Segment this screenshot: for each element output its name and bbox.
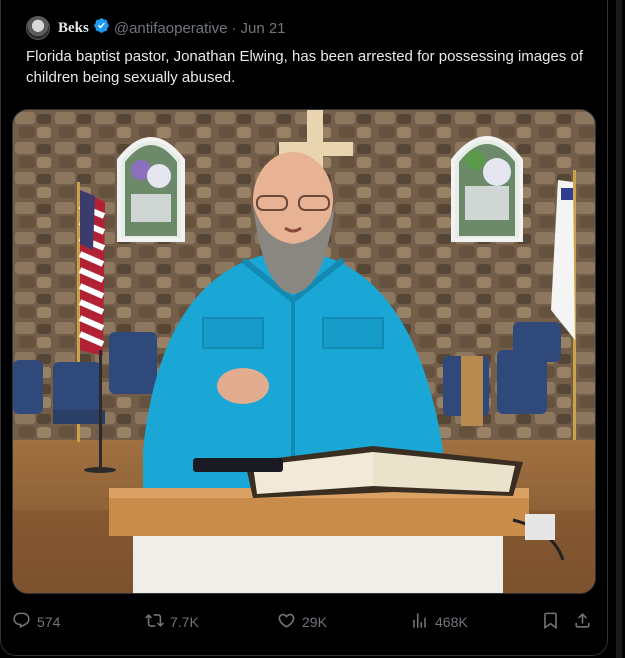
- scrollbar-thumb[interactable]: [616, 0, 622, 658]
- scrollbar[interactable]: [613, 0, 625, 658]
- share-button[interactable]: [573, 606, 592, 638]
- like-icon: [277, 611, 296, 633]
- like-count: 29K: [302, 614, 327, 630]
- views-button[interactable]: 468K: [410, 606, 468, 638]
- user-handle[interactable]: @antifaoperative: [114, 20, 228, 37]
- reply-count: 574: [37, 614, 61, 630]
- photo-of-pastor-at-pulpit: [13, 110, 595, 593]
- repost-button[interactable]: 7.7K: [145, 606, 199, 638]
- tweet-text: Florida baptist pastor, Jonathan Elwing,…: [26, 48, 583, 86]
- like-button[interactable]: 29K: [277, 606, 327, 638]
- reply-icon: [12, 611, 31, 633]
- repost-count: 7.7K: [170, 614, 199, 630]
- avatar[interactable]: [26, 16, 50, 40]
- reply-button[interactable]: 574: [12, 606, 60, 638]
- separator-dot: ·: [231, 19, 237, 37]
- display-name[interactable]: Beks: [58, 20, 89, 37]
- bookmark-button[interactable]: [541, 606, 560, 638]
- verified-badge-icon: [93, 17, 110, 39]
- tweet-media-photo[interactable]: [12, 109, 596, 594]
- tweet-date[interactable]: Jun 21: [240, 20, 285, 37]
- views-count: 468K: [435, 614, 468, 630]
- tweet-actions-bar: 574 7.7K 29K 468K: [0, 606, 608, 638]
- tweet-page: Beks @antifaoperative · Jun 21 Florida b…: [0, 0, 625, 658]
- bookmark-icon: [541, 611, 560, 633]
- share-icon: [573, 611, 592, 633]
- views-icon: [410, 611, 429, 633]
- repost-icon: [145, 611, 164, 633]
- tweet-header: Beks @antifaoperative · Jun 21: [26, 14, 286, 42]
